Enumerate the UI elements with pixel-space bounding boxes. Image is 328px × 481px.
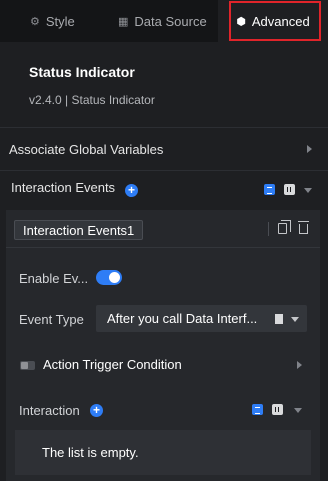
trash-icon[interactable] [298, 221, 309, 234]
chevron-right-icon[interactable] [297, 361, 302, 369]
divider [268, 222, 269, 236]
interaction-label: Interaction [19, 403, 80, 418]
component-version: v2.4.0 | Status Indicator [29, 93, 155, 107]
add-interaction-icon[interactable]: + [90, 404, 103, 417]
pause-icon[interactable] [272, 404, 283, 415]
pause-icon[interactable] [284, 184, 295, 195]
chevron-right-icon[interactable] [307, 145, 312, 153]
event-name-input[interactable]: Interaction Events1 [14, 220, 144, 240]
empty-list: The list is empty. [15, 430, 311, 475]
tab-style-label: Style [45, 13, 75, 29]
list-view-icon[interactable] [264, 184, 275, 195]
event-type-select[interactable]: After you call Data Interf... [96, 305, 307, 332]
interaction-events-header: Interaction Events [11, 180, 116, 195]
advanced-tab-highlight [229, 1, 321, 41]
add-event-icon[interactable]: + [125, 184, 138, 197]
global-variables-row[interactable]: Associate Global Variables [0, 134, 328, 164]
event-card: Interaction Events1 Enable Ev... Event T… [6, 210, 320, 481]
enable-toggle[interactable] [96, 270, 122, 285]
chevron-down-icon[interactable] [304, 188, 312, 193]
tab-data-source-label: Data Source [134, 13, 207, 29]
trigger-condition-label: Action Trigger Condition [43, 357, 182, 372]
tab-data-source[interactable]: ▦ Data Source [101, 0, 218, 42]
trigger-condition-toggle[interactable] [20, 361, 35, 370]
component-title: Status Indicator [29, 64, 135, 80]
divider [0, 170, 328, 171]
enable-label: Enable Ev... [19, 271, 89, 286]
chevron-down-icon [291, 317, 299, 322]
empty-list-text: The list is empty. [42, 445, 139, 460]
event-type-value: After you call Data Interf... [107, 311, 258, 326]
document-icon [275, 314, 283, 324]
divider [0, 127, 328, 128]
list-view-icon[interactable] [252, 404, 263, 415]
global-variables-label: Associate Global Variables [9, 141, 164, 157]
sliders-icon: ⚙ [30, 15, 40, 28]
copy-icon[interactable] [278, 220, 291, 234]
grid-icon: ▦ [118, 15, 129, 28]
event-card-header: Interaction Events1 [6, 210, 320, 248]
event-type-label: Event Type [19, 312, 84, 327]
tab-style[interactable]: ⚙ Style [0, 0, 101, 42]
chevron-down-icon[interactable] [294, 408, 302, 413]
